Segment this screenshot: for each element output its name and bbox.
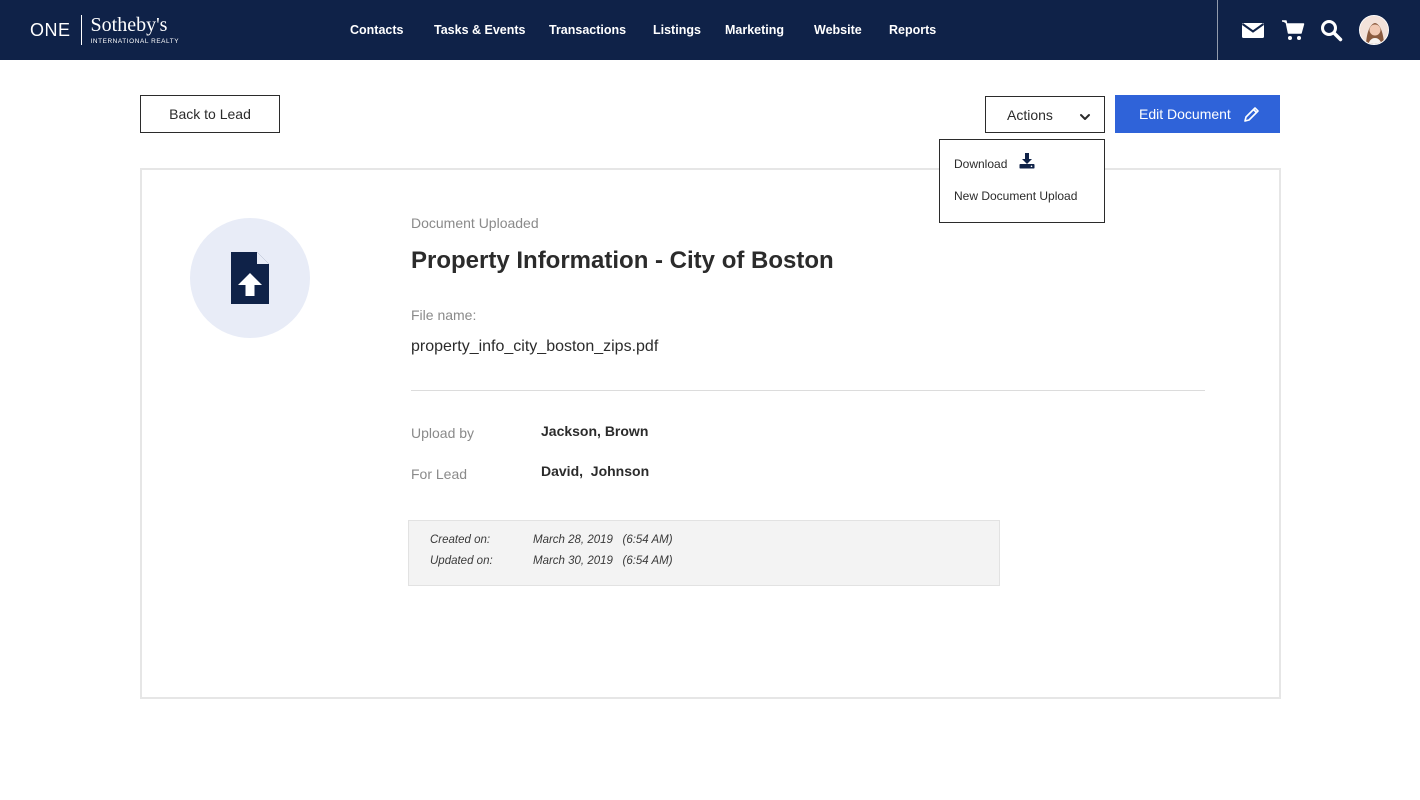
brand-one: ONE bbox=[30, 19, 71, 40]
back-to-lead-button[interactable]: Back to Lead bbox=[140, 95, 280, 133]
brand-separator bbox=[80, 15, 82, 45]
document-title: Property Information - City of Boston bbox=[411, 247, 834, 274]
brand-wordmark: Sotheby's INTERNATIONAL REALTY bbox=[91, 15, 180, 45]
nav-item-transactions[interactable]: Transactions bbox=[549, 23, 626, 37]
updated-on-label: Updated on: bbox=[430, 555, 493, 567]
nav-item-marketing[interactable]: Marketing bbox=[725, 23, 784, 37]
cart-icon[interactable] bbox=[1281, 18, 1305, 42]
file-upload-icon bbox=[231, 252, 269, 304]
chevron-down-icon bbox=[1079, 110, 1091, 122]
nav-item-listings[interactable]: Listings bbox=[653, 23, 701, 37]
nav-item-website[interactable]: Website bbox=[814, 23, 862, 37]
document-card: Document Uploaded Property Information -… bbox=[140, 168, 1281, 699]
menu-item-download[interactable]: Download bbox=[954, 153, 1035, 171]
timestamps-panel: Created on: March 28, 2019 (6:54 AM) Upd… bbox=[408, 520, 1000, 586]
brand-logo[interactable]: ONE Sotheby's INTERNATIONAL REALTY bbox=[30, 13, 179, 47]
menu-item-download-label: Download bbox=[954, 157, 1008, 171]
section-divider bbox=[411, 390, 1205, 391]
upload-by-value: Jackson, Brown bbox=[541, 423, 649, 439]
envelope-icon[interactable] bbox=[1241, 18, 1265, 42]
created-on-label: Created on: bbox=[430, 534, 491, 546]
file-name-value: property_info_city_boston_zips.pdf bbox=[411, 338, 659, 355]
for-lead-label: For Lead bbox=[411, 466, 468, 482]
menu-item-new-document-upload[interactable]: New Document Upload bbox=[954, 189, 1077, 203]
document-icon-circle bbox=[190, 218, 310, 338]
edit-button-label: Edit Document bbox=[1139, 106, 1231, 122]
brand-subtitle: INTERNATIONAL REALTY bbox=[90, 37, 180, 45]
edit-document-button[interactable]: Edit Document bbox=[1115, 95, 1280, 133]
nav-item-contacts[interactable]: Contacts bbox=[350, 23, 403, 37]
document-status: Document Uploaded bbox=[411, 215, 539, 231]
pencil-icon bbox=[1243, 106, 1260, 123]
created-on-value: March 28, 2019 (6:54 AM) bbox=[533, 534, 673, 546]
file-name-label: File name: bbox=[411, 307, 477, 323]
actions-menu: Download New Document Upload bbox=[939, 139, 1105, 223]
nav-item-tasks-events[interactable]: Tasks & Events bbox=[434, 23, 525, 37]
top-navigation-bar: ONE Sotheby's INTERNATIONAL REALTY Conta… bbox=[0, 0, 1420, 60]
upload-by-label: Upload by bbox=[411, 425, 475, 441]
nav-item-reports[interactable]: Reports bbox=[889, 23, 936, 37]
download-icon bbox=[1019, 153, 1035, 169]
actions-dropdown-button[interactable]: Actions bbox=[985, 96, 1105, 133]
updated-on-value: March 30, 2019 (6:54 AM) bbox=[533, 555, 673, 567]
actions-button-label: Actions bbox=[1007, 106, 1053, 123]
user-avatar[interactable] bbox=[1359, 15, 1389, 45]
search-icon[interactable] bbox=[1319, 18, 1343, 42]
nav-divider bbox=[1217, 0, 1218, 60]
for-lead-value: David, Johnson bbox=[541, 463, 650, 479]
brand-name: Sotheby's bbox=[90, 13, 168, 36]
